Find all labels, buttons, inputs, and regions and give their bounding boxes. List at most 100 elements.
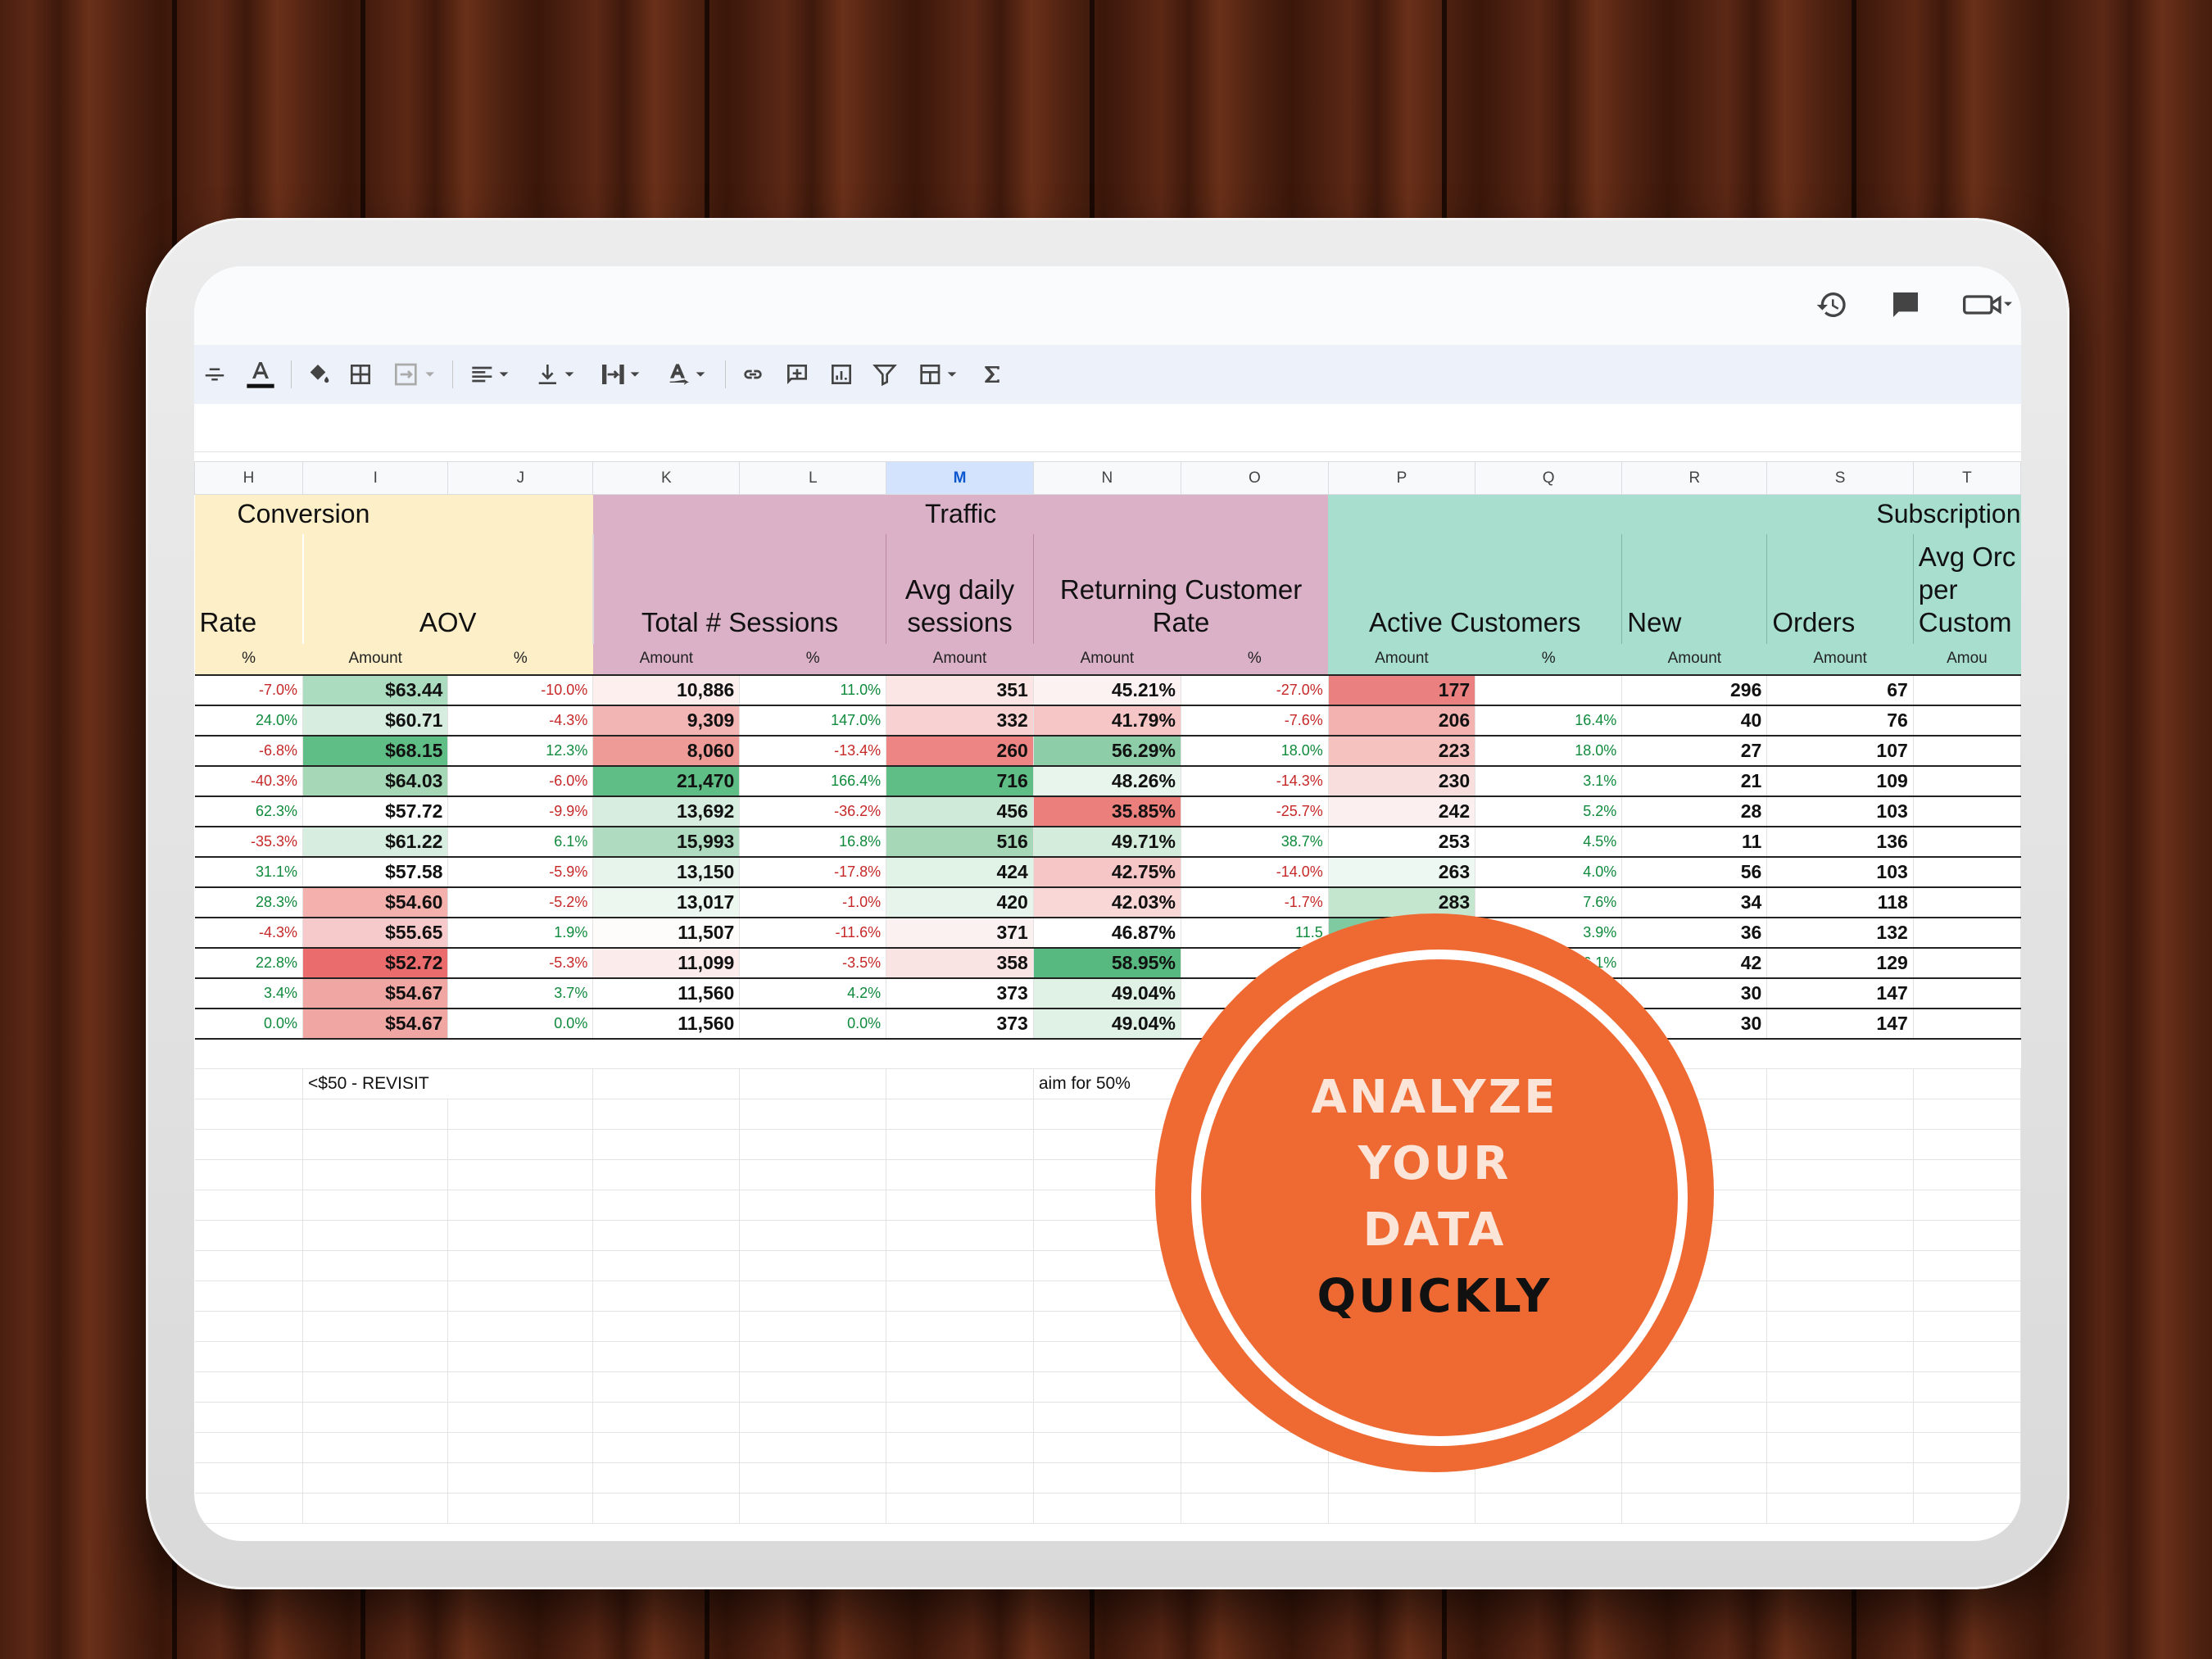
empty-cell[interactable] bbox=[302, 1129, 449, 1160]
traffic-header[interactable]: Traffic bbox=[592, 494, 1329, 534]
merge-cells-icon[interactable] bbox=[390, 358, 439, 391]
orders-header[interactable]: Orders bbox=[1766, 533, 1914, 644]
cell-m[interactable]: 420 bbox=[886, 886, 1034, 918]
cell-h[interactable]: 22.8% bbox=[194, 947, 304, 979]
cell-k[interactable]: 13,150 bbox=[592, 856, 741, 888]
empty-cell[interactable] bbox=[1913, 1068, 2021, 1099]
unit-cell[interactable]: Amount bbox=[1621, 643, 1767, 676]
empty-cell[interactable] bbox=[1913, 1371, 2021, 1403]
borders-icon[interactable] bbox=[347, 358, 374, 391]
align-icon[interactable] bbox=[466, 358, 515, 391]
cell-s[interactable]: 67 bbox=[1766, 674, 1914, 706]
empty-cell[interactable] bbox=[1766, 1493, 1914, 1524]
cell-j[interactable]: 6.1% bbox=[447, 826, 594, 858]
cell-q[interactable]: 18.0% bbox=[1475, 735, 1623, 767]
empty-cell[interactable] bbox=[194, 1311, 304, 1342]
cell-i[interactable]: $57.72 bbox=[302, 796, 449, 827]
empty-cell[interactable] bbox=[1766, 1190, 1914, 1221]
empty-cell[interactable] bbox=[447, 1432, 594, 1463]
empty-cell[interactable] bbox=[1766, 1371, 1914, 1403]
empty-cell[interactable] bbox=[194, 1462, 304, 1494]
empty-cell[interactable] bbox=[739, 1281, 887, 1312]
cell-k[interactable]: 11,560 bbox=[592, 1008, 741, 1040]
cell-h[interactable]: -35.3% bbox=[194, 826, 304, 858]
empty-cell[interactable] bbox=[1766, 1341, 1914, 1372]
unit-cell[interactable]: Amount bbox=[1328, 643, 1475, 676]
empty-cell[interactable] bbox=[1766, 1159, 1914, 1190]
empty-cell[interactable] bbox=[1033, 1462, 1181, 1494]
empty-cell[interactable] bbox=[1913, 1432, 2021, 1463]
comment-icon[interactable] bbox=[1885, 284, 1926, 325]
cell-m[interactable]: 332 bbox=[886, 705, 1034, 737]
empty-cell[interactable] bbox=[194, 1129, 304, 1160]
empty-cell[interactable] bbox=[592, 1462, 741, 1494]
cell-o[interactable]: -14.0% bbox=[1181, 856, 1329, 888]
rate-header[interactable]: Rate bbox=[194, 533, 304, 644]
active-customers-header[interactable]: Active Customers bbox=[1328, 533, 1622, 644]
cell-s[interactable]: 147 bbox=[1766, 977, 1914, 1009]
cell-i[interactable]: $54.67 bbox=[302, 977, 449, 1009]
cell-s[interactable]: 118 bbox=[1766, 886, 1914, 918]
cell-k[interactable]: 9,309 bbox=[592, 705, 741, 737]
cell-s[interactable]: 136 bbox=[1766, 826, 1914, 858]
unit-cell[interactable]: Amount bbox=[302, 643, 448, 676]
conversion-header[interactable]: Conversion bbox=[194, 494, 593, 534]
cell-l[interactable]: -3.5% bbox=[739, 947, 887, 979]
column-header[interactable]: P bbox=[1327, 461, 1476, 495]
cell-m[interactable]: 424 bbox=[886, 856, 1034, 888]
empty-cell[interactable] bbox=[194, 1402, 304, 1433]
empty-cell[interactable] bbox=[1913, 1190, 2021, 1221]
cell-t[interactable] bbox=[1913, 735, 2021, 767]
empty-cell[interactable] bbox=[194, 1190, 304, 1221]
empty-cell[interactable] bbox=[1621, 1402, 1768, 1433]
column-header[interactable]: Q bbox=[1475, 461, 1623, 495]
unit-cell[interactable]: % bbox=[447, 643, 593, 676]
empty-cell[interactable] bbox=[1913, 1250, 2021, 1281]
cell-t[interactable] bbox=[1913, 977, 2021, 1009]
empty-cell[interactable] bbox=[1033, 1432, 1181, 1463]
formula-bar[interactable] bbox=[194, 404, 2021, 452]
empty-cell[interactable] bbox=[1328, 1493, 1476, 1524]
empty-cell[interactable] bbox=[1766, 1462, 1914, 1494]
cell-p[interactable]: 283 bbox=[1328, 886, 1476, 918]
cell-k[interactable]: 10,886 bbox=[592, 674, 741, 706]
empty-cell[interactable] bbox=[194, 1220, 304, 1251]
cell-n[interactable]: 49.04% bbox=[1033, 1008, 1181, 1040]
cell-j[interactable]: -4.3% bbox=[447, 705, 594, 737]
empty-cell[interactable] bbox=[1766, 1068, 1914, 1099]
returning-rate-header[interactable]: Returning Customer Rate bbox=[1032, 533, 1329, 644]
empty-cell[interactable] bbox=[447, 1250, 594, 1281]
empty-cell[interactable] bbox=[1766, 1220, 1914, 1251]
insert-link-icon[interactable] bbox=[739, 358, 767, 391]
cell-n[interactable]: 45.21% bbox=[1033, 674, 1181, 706]
column-header[interactable]: K bbox=[592, 461, 741, 495]
cell-t[interactable] bbox=[1913, 826, 2021, 858]
cell-o[interactable]: -7.6% bbox=[1181, 705, 1329, 737]
cell-s[interactable]: 132 bbox=[1766, 917, 1914, 949]
empty-cell[interactable] bbox=[447, 1129, 594, 1160]
cell-q[interactable]: 3.1% bbox=[1475, 765, 1623, 797]
aov-note[interactable]: <$50 - REVISIT bbox=[302, 1068, 594, 1099]
empty-cell[interactable] bbox=[739, 1099, 887, 1130]
unit-cell[interactable]: % bbox=[1181, 643, 1329, 676]
cell-h[interactable]: 24.0% bbox=[194, 705, 304, 737]
cell-h[interactable]: -40.3% bbox=[194, 765, 304, 797]
empty-cell[interactable] bbox=[194, 1068, 304, 1099]
cell-i[interactable]: $55.65 bbox=[302, 917, 449, 949]
cell-l[interactable]: 166.4% bbox=[739, 765, 887, 797]
empty-cell[interactable] bbox=[1033, 1371, 1181, 1403]
cell-q[interactable] bbox=[1475, 674, 1623, 706]
cell-n[interactable]: 49.71% bbox=[1033, 826, 1181, 858]
cell-o[interactable]: 38.7% bbox=[1181, 826, 1329, 858]
cell-m[interactable]: 358 bbox=[886, 947, 1034, 979]
cell-n[interactable]: 49.04% bbox=[1033, 977, 1181, 1009]
empty-cell[interactable] bbox=[194, 1159, 304, 1190]
cell-r[interactable]: 36 bbox=[1621, 917, 1768, 949]
empty-cell[interactable] bbox=[886, 1220, 1034, 1251]
empty-cell[interactable] bbox=[194, 1341, 304, 1372]
cell-h[interactable]: 3.4% bbox=[194, 977, 304, 1009]
empty-cell[interactable] bbox=[886, 1371, 1034, 1403]
avg-daily-sessions-header[interactable]: Avg daily sessions bbox=[886, 533, 1034, 644]
empty-cell[interactable] bbox=[302, 1159, 449, 1190]
empty-cell[interactable] bbox=[592, 1068, 741, 1099]
